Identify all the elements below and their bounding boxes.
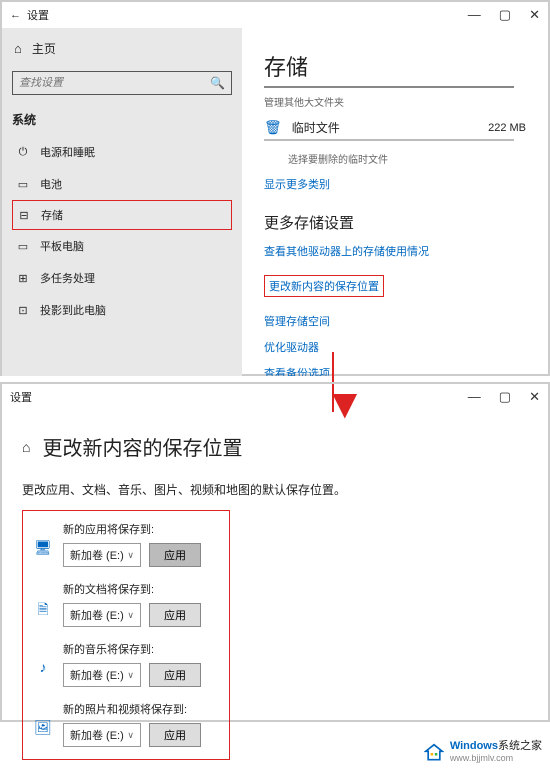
chevron-down-icon: ∨ (127, 550, 134, 561)
nav-label: 投影到此电脑 (40, 302, 106, 318)
location-label: 新的音乐将保存到: (63, 641, 221, 657)
drive-dropdown[interactable]: 新加卷 (E:) ∨ (63, 663, 141, 687)
nav-icon: ⏻ (16, 146, 30, 159)
nav-icon: ⊡ (16, 304, 30, 317)
divider (264, 86, 514, 88)
location-item: 新的照片和视频将保存到: 新加卷 (E:) ∨ 应用 (63, 701, 221, 747)
category-icon: ♪ (31, 659, 55, 675)
dropdown-value: 新加卷 (E:) (70, 667, 124, 683)
apply-button[interactable]: 应用 (149, 663, 201, 687)
show-more-link[interactable]: 显示更多类别 (264, 176, 526, 192)
search-field[interactable] (19, 77, 210, 89)
sidebar-item[interactable]: ▭ 平板电脑 (12, 230, 232, 262)
storage-link[interactable]: 查看备份选项 (264, 365, 526, 376)
category-icon: 🖥 (31, 539, 55, 556)
chevron-down-icon: ∨ (127, 730, 134, 741)
home-icon[interactable]: ⌂ (22, 439, 30, 455)
page-title-2: 更改新内容的保存位置 (42, 432, 242, 461)
apply-button[interactable]: 应用 (149, 603, 201, 627)
nav-label: 平板电脑 (40, 238, 84, 254)
nav-label: 电源和睡眠 (40, 144, 95, 160)
nav-icon: ⊞ (16, 272, 30, 285)
nav-label: 多任务处理 (40, 270, 95, 286)
temp-sub: 选择要删除的临时文件 (288, 151, 526, 166)
nav-label: 存储 (41, 207, 63, 223)
storage-link[interactable]: 查看其他驱动器上的存储使用情况 (264, 243, 526, 259)
location-item: 新的文档将保存到: 新加卷 (E:) ∨ 应用 (63, 581, 221, 627)
sidebar-item[interactable]: ⊡ 投影到此电脑 (12, 294, 232, 326)
page-description: 更改应用、文档、音乐、图片、视频和地图的默认保存位置。 (22, 481, 528, 498)
home-nav[interactable]: ⌂ 主页 (12, 34, 232, 63)
divider (264, 139, 514, 141)
nav-icon: ⊟ (17, 209, 31, 222)
more-storage-title: 更多存储设置 (264, 212, 526, 233)
storage-link[interactable]: 优化驱动器 (264, 339, 526, 355)
search-icon: 🔍 (210, 76, 225, 90)
close-button[interactable]: ✕ (529, 389, 540, 405)
chevron-down-icon: ∨ (127, 610, 134, 621)
drive-dropdown[interactable]: 新加卷 (E:) ∨ (63, 603, 141, 627)
back-icon[interactable]: ← (10, 9, 21, 21)
minimize-button[interactable]: — (468, 7, 481, 23)
section-title: 系统 (12, 111, 232, 128)
drive-dropdown[interactable]: 新加卷 (E:) ∨ (63, 543, 141, 567)
watermark-brand1: Windows (450, 740, 498, 752)
minimize-button[interactable]: — (468, 389, 481, 405)
storage-link[interactable]: 更改新内容的保存位置 (264, 275, 384, 297)
window-title-2: 设置 (10, 389, 32, 405)
window-title: 设置 (27, 7, 49, 23)
sidebar-item[interactable]: ⊟ 存储 (12, 200, 232, 230)
drive-dropdown[interactable]: 新加卷 (E:) ∨ (63, 723, 141, 747)
category-icon: 🗎 (31, 599, 55, 623)
watermark-url: www.bjjmlv.com (450, 753, 542, 764)
dropdown-value: 新加卷 (E:) (70, 607, 124, 623)
temp-value: 222 MB (488, 122, 526, 134)
nav-icon: ▭ (16, 240, 30, 253)
subline: 管理其他大文件夹 (264, 94, 526, 109)
location-label: 新的照片和视频将保存到: (63, 701, 221, 717)
logo-icon (424, 743, 444, 761)
watermark: Windows系统之家 www.bjjmlv.com (424, 740, 542, 764)
storage-link[interactable]: 管理存储空间 (264, 313, 526, 329)
location-label: 新的文档将保存到: (63, 581, 221, 597)
location-item: 新的应用将保存到: 新加卷 (E:) ∨ 应用 (63, 521, 221, 567)
home-label: 主页 (32, 40, 56, 57)
apply-button[interactable]: 应用 (149, 723, 201, 747)
home-icon: ⌂ (14, 41, 22, 56)
temp-files-row[interactable]: 🗑 临时文件 222 MB (264, 119, 526, 136)
nav-icon: ▭ (16, 178, 30, 191)
category-icon: 🖼 (31, 719, 55, 736)
close-button[interactable]: ✕ (529, 7, 540, 23)
chevron-down-icon: ∨ (127, 670, 134, 681)
trash-icon: 🗑 (264, 119, 282, 136)
maximize-button[interactable]: ▢ (499, 389, 511, 405)
nav-label: 电池 (40, 176, 62, 192)
search-input[interactable]: 🔍 (12, 71, 232, 95)
dropdown-value: 新加卷 (E:) (70, 727, 124, 743)
sidebar-item[interactable]: ▭ 电池 (12, 168, 232, 200)
location-item: 新的音乐将保存到: 新加卷 (E:) ∨ 应用 (63, 641, 221, 687)
temp-label: 临时文件 (292, 119, 478, 136)
dropdown-value: 新加卷 (E:) (70, 547, 124, 563)
apply-button[interactable]: 应用 (149, 543, 201, 567)
maximize-button[interactable]: ▢ (499, 7, 511, 23)
sidebar-item[interactable]: ⊞ 多任务处理 (12, 262, 232, 294)
watermark-brand2: 系统之家 (498, 740, 542, 752)
location-label: 新的应用将保存到: (63, 521, 221, 537)
page-title: 存储 (264, 50, 526, 82)
sidebar-item[interactable]: ⏻ 电源和睡眠 (12, 136, 232, 168)
